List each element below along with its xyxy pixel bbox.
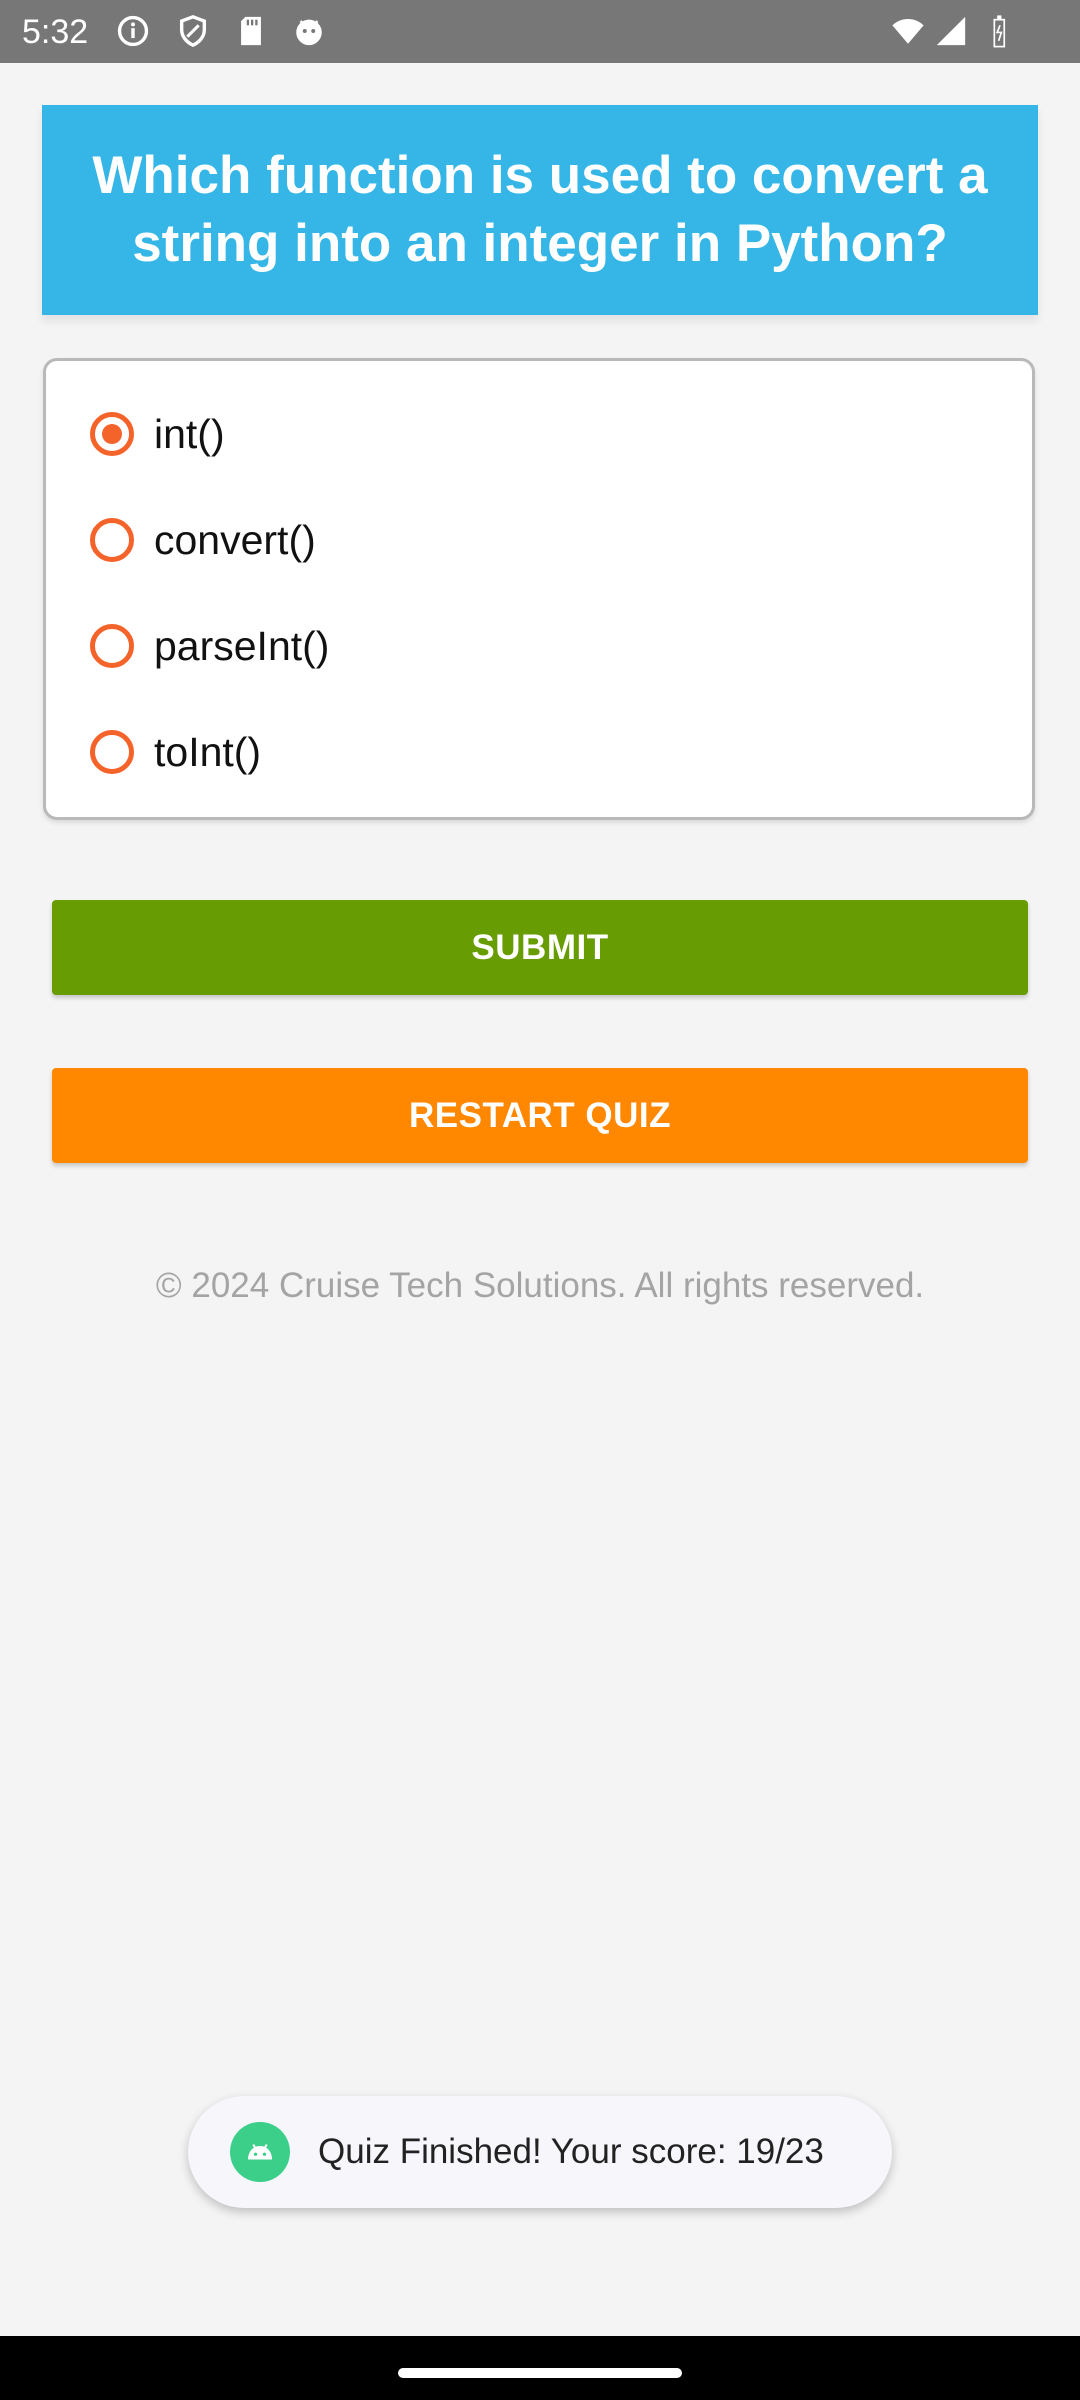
navigation-bar	[0, 2336, 1080, 2400]
toast-message: Quiz Finished! Your score: 19/23	[318, 2132, 824, 2171]
battery-icon	[990, 14, 1010, 48]
option-label: toInt()	[154, 728, 262, 775]
option-int[interactable]: int()	[90, 394, 970, 474]
android-face-icon	[292, 14, 326, 48]
score-toast: Quiz Finished! Your score: 19/23	[188, 2096, 892, 2208]
question-card: Which function is used to convert a stri…	[42, 105, 1038, 315]
status-bar: 5:32	[0, 0, 1080, 63]
quiz-screen: 5:32 Which function is used to convert a…	[0, 0, 1080, 2400]
radio-button-icon[interactable]	[90, 518, 134, 562]
status-time: 5:32	[22, 13, 89, 51]
shield-icon	[176, 14, 210, 48]
signal-icon	[934, 14, 968, 48]
sd-card-icon	[234, 14, 268, 48]
options-group: int() convert() parseInt() toInt()	[43, 358, 1035, 820]
option-toint[interactable]: toInt()	[90, 712, 970, 792]
android-icon	[230, 2122, 290, 2182]
option-label: parseInt()	[154, 622, 330, 669]
option-convert[interactable]: convert()	[90, 500, 970, 580]
restart-quiz-button[interactable]: RESTART QUIZ	[52, 1068, 1028, 1163]
home-gesture-handle[interactable]	[398, 2368, 682, 2378]
question-text: Which function is used to convert a stri…	[92, 146, 988, 273]
radio-button-icon[interactable]	[90, 624, 134, 668]
option-parseint[interactable]: parseInt()	[90, 606, 970, 686]
option-label: convert()	[154, 516, 316, 563]
wifi-icon	[888, 14, 928, 48]
submit-button[interactable]: SUBMIT	[52, 900, 1028, 995]
option-label: int()	[154, 410, 225, 457]
copyright-footer: © 2024 Cruise Tech Solutions. All rights…	[155, 1266, 925, 1305]
radio-button-icon[interactable]	[90, 412, 134, 456]
radio-button-icon[interactable]	[90, 730, 134, 774]
info-icon	[116, 14, 150, 48]
